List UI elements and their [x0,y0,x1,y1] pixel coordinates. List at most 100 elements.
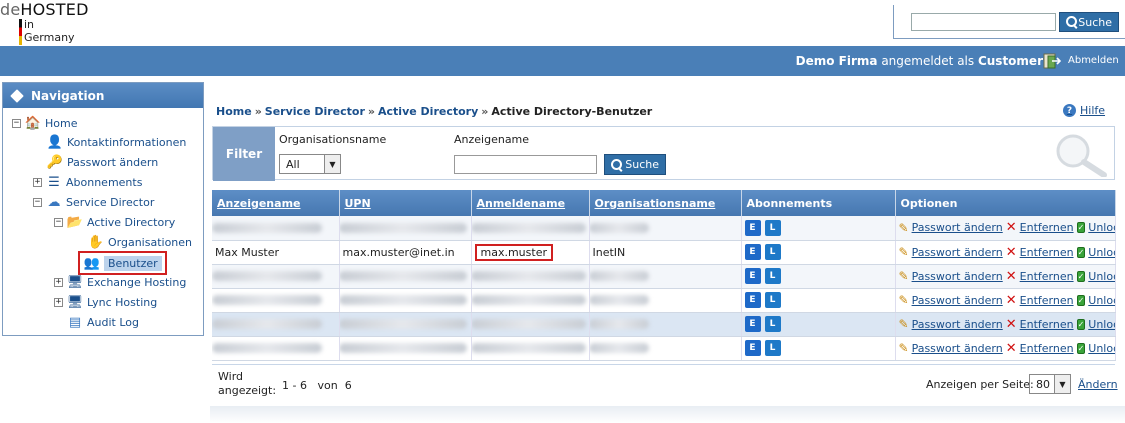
collapse-icon[interactable]: − [12,118,21,128]
unlock-icon: ✓ [1076,270,1086,282]
breadcrumb-active-directory[interactable]: Active Directory [378,105,478,118]
cell-options: ✎Passwort ändern✕Entfernen✓Unlock [895,216,1116,241]
unlock-icon: ✓ [1076,318,1086,330]
breadcrumb-current: Active Directory-Benutzer [491,105,653,118]
exchange-icon[interactable]: E [744,244,761,260]
column-header-organisation[interactable]: Organisationsname [589,190,742,216]
nav-item-users[interactable]: 👥 Benutzer [84,255,162,271]
logo-germany: Germany [24,31,75,44]
nav-item-service-director[interactable]: − ☁ Service Director [33,194,154,210]
lync-icon[interactable]: L [764,292,781,308]
cell-display-name: Max Muster [212,240,340,265]
exchange-icon[interactable]: E [744,292,761,308]
logout-icon[interactable] [1043,52,1061,70]
lync-icon[interactable]: L [764,268,781,284]
change-password-link[interactable]: Passwort ändern [912,246,1003,259]
key-icon: 🔑 [46,154,64,170]
remove-link[interactable]: Entfernen [1020,294,1074,307]
change-password-link[interactable]: Passwort ändern [912,270,1003,283]
remove-link[interactable]: Entfernen [1020,342,1074,355]
collapse-icon[interactable]: − [33,197,42,207]
change-password-link[interactable]: Passwort ändern [912,342,1003,355]
table-row: EL✎Passwort ändern✕Entfernen✓Unlock [212,312,1116,337]
change-password-link[interactable]: Passwort ändern [912,318,1003,331]
help-link[interactable]: ? Hilfe [1063,104,1105,117]
remove-link[interactable]: Entfernen [1020,270,1074,283]
users-icon: 👥 [83,255,101,271]
table-row: EL✎Passwort ändern✕Entfernen✓Unlock [212,264,1116,289]
nav-item-audit-log[interactable]: ▤ Audit Log [67,314,139,330]
collapse-icon[interactable]: − [54,217,63,227]
column-header-login-name[interactable]: Anmeldename [471,190,590,216]
login-status-text: angemeldet als [877,54,978,68]
change-password-link[interactable]: Passwort ändern [912,294,1003,307]
nav-item-subscriptions[interactable]: + ☰ Abonnements [33,174,142,190]
redacted-text [589,343,649,353]
exchange-icon[interactable]: E [744,340,761,356]
cell-organisation: InetIN [589,240,742,265]
nav-item-password[interactable]: 🔑 Passwort ändern [47,154,158,170]
remove-link[interactable]: Entfernen [1020,221,1074,234]
unlock-link[interactable]: Unlock [1088,221,1114,234]
per-page-value: 80 [1036,377,1050,391]
name-filter-input[interactable] [454,155,597,174]
change-password-link[interactable]: Passwort ändern [912,221,1003,234]
column-header-upn[interactable]: UPN [339,190,472,216]
pencil-icon: ✎ [898,341,909,355]
top-search-button[interactable]: Suche [1059,12,1119,32]
cell-login-name [471,264,590,289]
remove-link[interactable]: Entfernen [1020,318,1074,331]
redacted-text [339,295,467,305]
filter-search-button[interactable]: Suche [604,154,666,175]
nav-item-exchange[interactable]: + 🖥 Exchange Hosting [54,274,186,290]
cell-organisation [589,216,742,241]
redacted-text [589,222,649,233]
exchange-icon[interactable]: E [744,219,761,236]
top-search-input[interactable] [911,13,1056,31]
delete-icon: ✕ [1005,292,1017,308]
logo-hosted: HOSTED [20,0,89,19]
filter-title: Filter [213,127,275,181]
unlock-link[interactable]: Unlock [1088,246,1114,259]
lync-icon[interactable]: L [764,219,781,236]
navigation-panel: Navigation − 🏠 Home 👤 Kontaktinformation… [2,82,204,336]
expand-icon[interactable]: + [54,297,63,307]
table-row: EL✎Passwort ändern✕Entfernen✓Unlock [212,288,1116,313]
column-header-display-name[interactable]: Anzeigename [212,190,340,216]
exchange-icon[interactable]: E [744,268,761,284]
per-page-select[interactable]: 80 ▼ [1029,374,1071,394]
nav-item-contact[interactable]: 👤 Kontaktinformationen [47,134,186,150]
nav-item-lync[interactable]: + 🖥 Lync Hosting [54,294,157,310]
redacted-text [212,295,322,305]
logout-link[interactable]: Abmelden [1068,55,1119,66]
lync-icon[interactable]: L [764,244,781,260]
remove-link[interactable]: Entfernen [1020,246,1074,259]
cloud-icon: ☁ [47,194,61,210]
column-header-options: Optionen [895,190,1116,216]
unlock-link[interactable]: Unlock [1088,318,1114,331]
shown-label: Wird angezeigt: [218,370,277,397]
nav-item-home[interactable]: − 🏠 Home [12,115,77,131]
breadcrumb-home[interactable]: Home [216,105,252,118]
users-table: Anzeigename UPN Anmeldename Organisation… [212,190,1116,361]
redacted-text [339,319,467,329]
german-flag-icon [19,19,22,45]
expand-icon[interactable]: + [54,277,63,287]
unlock-link[interactable]: Unlock [1088,294,1114,307]
column-header-subscriptions: Abonnements [741,190,896,216]
apply-per-page-link[interactable]: Ändern [1078,378,1118,391]
nav-item-organisations[interactable]: ✋ Organisationen [88,234,192,250]
exchange-icon[interactable]: E [744,316,761,332]
breadcrumb-service-director[interactable]: Service Director [265,105,365,118]
delete-icon: ✕ [1005,340,1017,356]
magnifier-icon [1056,134,1107,177]
unlock-link[interactable]: Unlock [1088,342,1114,355]
table-row: EL✎Passwort ändern✕Entfernen✓Unlock [212,336,1116,361]
unlock-link[interactable]: Unlock [1088,270,1114,283]
lync-icon[interactable]: L [764,316,781,332]
org-filter-select[interactable]: All ▼ [279,154,341,174]
nav-item-active-directory[interactable]: − 📂 Active Directory [54,214,175,230]
folder-icon: 📂 [66,214,84,230]
expand-icon[interactable]: + [33,177,42,187]
lync-icon[interactable]: L [764,340,781,356]
